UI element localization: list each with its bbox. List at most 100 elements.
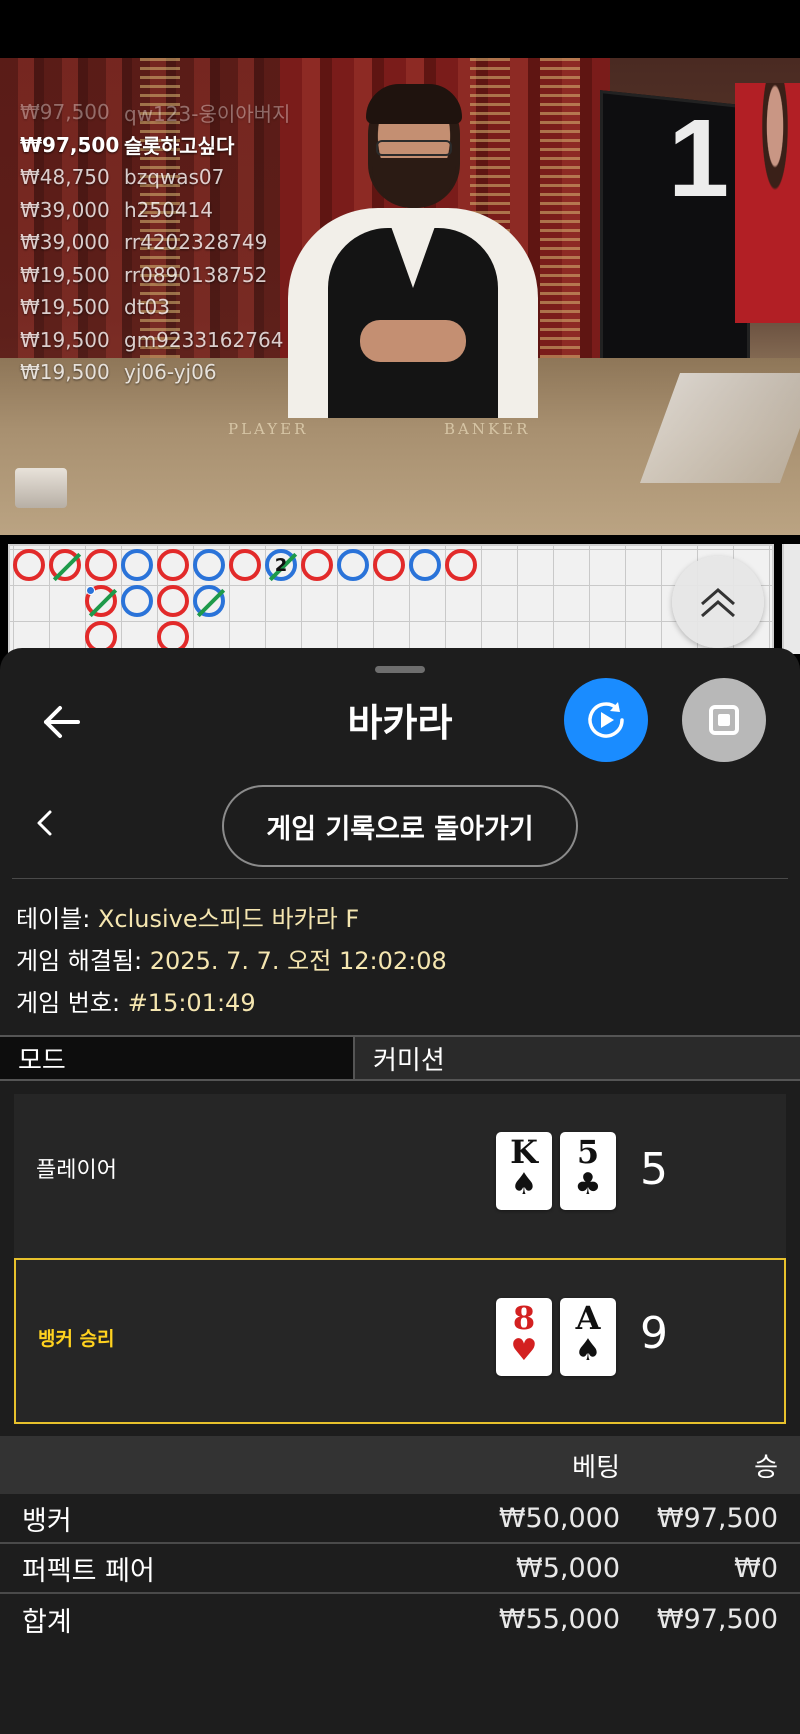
stop-button[interactable] <box>682 678 766 762</box>
bet-column-header: 베팅 <box>572 1452 620 1483</box>
spade-icon: ♠ <box>574 1333 602 1368</box>
winner-row: ₩39,000 rr4202328749 <box>20 226 290 259</box>
winner-row: ₩19,500 yj06-yj06 <box>20 356 290 389</box>
winner-amount: ₩39,000 <box>20 230 110 255</box>
gold-decoration <box>540 58 580 388</box>
bead-player <box>121 549 153 581</box>
winner-amount: ₩19,500 <box>20 360 110 385</box>
winner-row: ₩48,750 bzqwas07 <box>20 161 290 194</box>
double-chevron-up-icon <box>701 588 735 618</box>
game-info: 테이블: Xclusive스피드 바카라 F 게임 해결됨: 2025. 7. … <box>16 898 447 1024</box>
resolved-label: 게임 해결됨: <box>16 947 143 975</box>
sheet-drag-handle[interactable] <box>375 666 425 673</box>
winner-user: 슬롯하고싶다 <box>124 134 235 159</box>
bead-banker <box>85 549 117 581</box>
heart-icon: ♥ <box>510 1333 538 1368</box>
felt-label-banker: BANKER <box>444 420 531 438</box>
expand-up-button[interactable] <box>672 556 764 648</box>
winner-row: ₩19,500 rr0890138752 <box>20 259 290 292</box>
bets-table: 베팅 승 뱅커 ₩50,000 ₩97,500 퍼펙트 페어 ₩5,000 ₩0… <box>0 1436 800 1644</box>
replay-video-icon <box>588 702 624 738</box>
back-to-history-button[interactable]: 게임 기록으로 돌아가기 <box>222 785 578 867</box>
winner-amount: ₩97,500 <box>20 132 120 157</box>
bead-banker <box>445 549 477 581</box>
winner-user: yj06-yj06 <box>124 360 217 385</box>
winner-amount: ₩97,500 <box>20 100 110 125</box>
table-value: Xclusive스피드 바카라 F <box>97 905 360 933</box>
winner-row: ₩97,500 qw123-웅이아버지 <box>20 96 290 129</box>
bead-banker <box>157 585 189 617</box>
winner-user: gm9233162764 <box>124 327 284 352</box>
live-replay-button[interactable] <box>564 678 648 762</box>
tab-mode[interactable]: 모드 <box>0 1037 355 1079</box>
bead-player <box>121 585 153 617</box>
winner-user: rr0890138752 <box>124 262 268 287</box>
winner-amount: ₩39,000 <box>20 197 110 222</box>
bead-banker <box>373 549 405 581</box>
card-rank: 5 <box>576 1133 600 1171</box>
playing-card: K ♠ <box>496 1132 552 1210</box>
road-map-edge <box>782 544 800 654</box>
bead-banker <box>13 549 45 581</box>
bead-road-map[interactable]: 2 <box>8 544 774 654</box>
winner-row: ₩97,500 슬롯하고싶다 <box>20 129 290 162</box>
background-person <box>735 83 800 323</box>
bead-player-tie <box>193 585 226 618</box>
bet-name: 뱅커 <box>22 1505 72 1537</box>
win-amount: ₩97,500 <box>656 1603 778 1635</box>
winner-amount: ₩19,500 <box>20 262 110 287</box>
bet-name: 퍼펙트 페어 <box>22 1555 155 1587</box>
club-icon: ♣ <box>574 1167 602 1202</box>
winner-user: dt03 <box>124 295 170 320</box>
bead-banker <box>157 549 189 581</box>
divider <box>12 878 788 879</box>
playing-card: 5 ♣ <box>560 1132 616 1210</box>
dealer <box>288 84 538 418</box>
winner-row: ₩19,500 gm9233162764 <box>20 324 290 357</box>
game-number-value: #15:01:49 <box>127 989 256 1017</box>
winner-row: ₩19,500 dt03 <box>20 291 290 324</box>
player-hand: 플레이어 K ♠ 5 ♣ 5 <box>14 1094 786 1254</box>
bet-name: 합계 <box>22 1606 72 1638</box>
bead-banker-tie <box>85 585 118 618</box>
card-rank: 8 <box>512 1299 536 1337</box>
bead-banker <box>229 549 261 581</box>
bead-banker-tie <box>49 549 82 582</box>
bets-header-row: 베팅 승 <box>0 1436 800 1494</box>
game-number-label: 게임 번호: <box>16 989 121 1017</box>
bet-amount: ₩55,000 <box>498 1603 620 1635</box>
chevron-left-icon[interactable] <box>30 808 60 838</box>
win-amount: ₩0 <box>734 1552 778 1584</box>
game-history-sheet: 바카라 게임 기록으로 돌아가기 테이블: Xclusive스피드 바카라 F … <box>0 648 800 1734</box>
winner-amount: ₩19,500 <box>20 295 110 320</box>
player-label: 플레이어 <box>36 1158 117 1183</box>
bead-player-tie: 2 <box>265 549 298 582</box>
winner-amount: ₩48,750 <box>20 165 110 190</box>
playing-card: 8 ♥ <box>496 1298 552 1376</box>
winner-amount: ₩19,500 <box>20 327 110 352</box>
win-column-header: 승 <box>754 1452 778 1483</box>
table-label: 테이블: <box>16 905 91 933</box>
winner-user: qw123-웅이아버지 <box>124 101 291 126</box>
card-rank: A <box>575 1299 601 1337</box>
live-video-stream: PLAYER BANKER 1 ₩97,500 qw123-웅이아버지 ₩97,5… <box>0 58 800 535</box>
winners-list: ₩97,500 qw123-웅이아버지 ₩97,500 슬롯하고싶다 ₩48,750… <box>20 96 290 389</box>
table-row: 뱅커 ₩50,000 ₩97,500 <box>0 1494 800 1544</box>
bead-player <box>337 549 369 581</box>
table-row: 퍼펙트 페어 ₩5,000 ₩0 <box>0 1544 800 1594</box>
mode-tabs: 모드 커미션 <box>0 1035 800 1081</box>
winner-user: bzqwas07 <box>124 165 225 190</box>
banker-score: 9 <box>640 1308 668 1359</box>
tie-count: 2 <box>274 555 288 576</box>
page-title: 바카라 <box>347 701 453 745</box>
winner-user: h250414 <box>124 197 214 222</box>
resolved-value: 2025. 7. 7. 오전 12:02:08 <box>149 947 447 975</box>
tab-commission[interactable]: 커미션 <box>355 1037 800 1079</box>
table-info: 테이블: Xclusive스피드 바카라 F <box>16 898 447 940</box>
result-panel: 플레이어 K ♠ 5 ♣ 5 뱅커 승리 8 ♥ A ♠ 9 <box>14 1094 786 1424</box>
bet-amount: ₩5,000 <box>516 1552 620 1584</box>
banker-win-label: 뱅커 승리 <box>38 1328 115 1350</box>
resolved-info: 게임 해결됨: 2025. 7. 7. 오전 12:02:08 <box>16 940 447 982</box>
player-score: 5 <box>640 1144 668 1195</box>
card-rank: K <box>510 1133 538 1171</box>
